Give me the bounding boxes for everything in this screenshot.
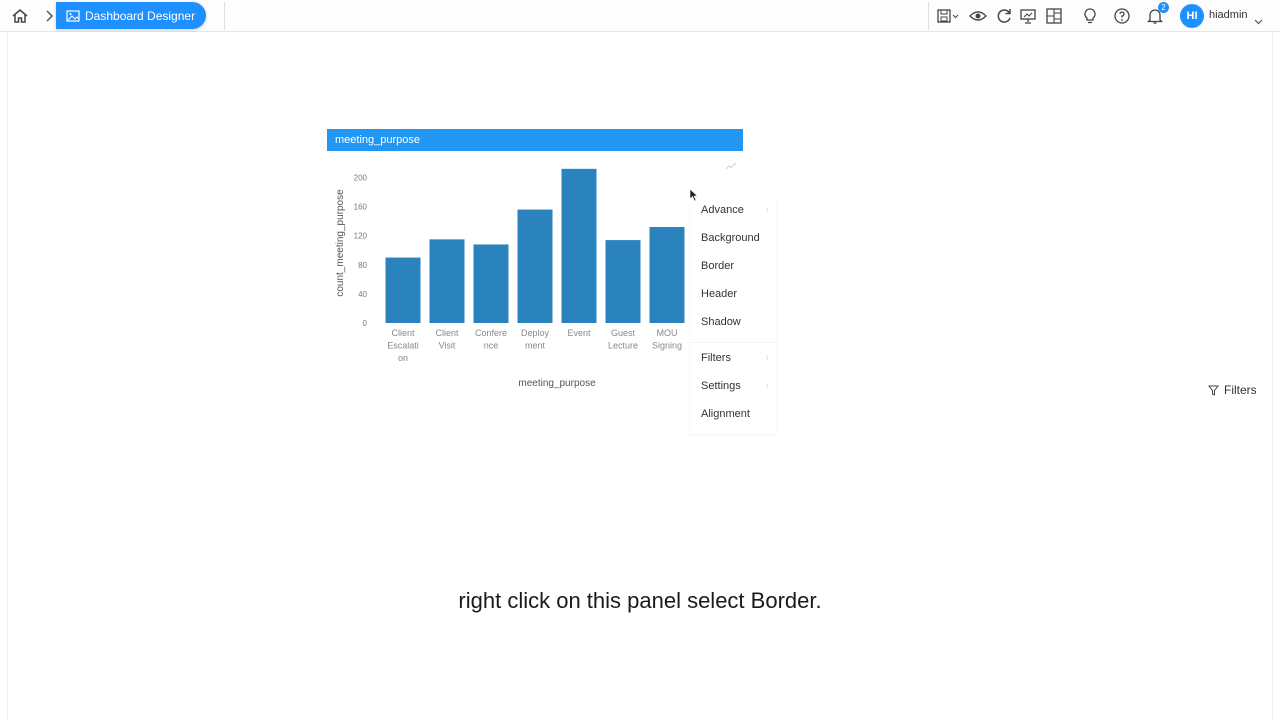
menu-item-label: Settings: [701, 380, 741, 392]
x-axis-title: meeting_purpose: [518, 378, 596, 389]
presentation-icon[interactable]: [1019, 7, 1037, 25]
bar-chart[interactable]: count_meeting_purpose 0 40 80 120 160 200 Clien…: [327, 151, 697, 399]
breadcrumb-label: Dashboard Designer: [85, 8, 196, 23]
canvas-border: [1272, 32, 1273, 720]
eye-icon[interactable]: [969, 7, 987, 25]
canvas-border: [7, 32, 8, 720]
bar[interactable]: [429, 239, 465, 323]
chevron-right-icon: ›: [765, 352, 769, 363]
x-tick-label: Event: [567, 328, 591, 338]
divider: [224, 2, 225, 30]
mouse-cursor-icon: [689, 188, 699, 207]
bar[interactable]: [605, 240, 641, 323]
x-tick-label: Confere: [475, 328, 507, 338]
filters-button[interactable]: Filters: [1196, 379, 1266, 401]
help-icon[interactable]: [1113, 7, 1131, 25]
chevron-right-icon: [43, 8, 57, 24]
bar[interactable]: [385, 257, 421, 323]
menu-item-shadow[interactable]: Shadow: [701, 314, 775, 330]
chevron-down-icon[interactable]: [1254, 12, 1263, 30]
notification-badge: 2: [1158, 2, 1169, 13]
x-tick-label: MOU: [657, 328, 678, 338]
menu-item-label: Filters: [701, 352, 731, 364]
x-tick-label: Guest: [611, 328, 636, 338]
lightbulb-icon[interactable]: [1081, 7, 1099, 25]
layout-icon[interactable]: [1045, 7, 1063, 25]
y-tick-label: 200: [354, 174, 368, 183]
x-tick-label: Deploy: [521, 328, 550, 338]
breadcrumb-dashboard-designer[interactable]: Dashboard Designer: [56, 2, 206, 29]
bar[interactable]: [473, 244, 509, 323]
panel-header[interactable]: meeting_purpose: [327, 129, 743, 151]
menu-item-advance[interactable]: Advance ›: [701, 202, 775, 218]
y-tick-label: 120: [354, 232, 368, 241]
y-tick-label: 0: [363, 319, 368, 328]
top-bar: Dashboard Designer 2 HI hiadmin: [0, 0, 1280, 32]
filters-label: Filters: [1224, 383, 1257, 397]
image-icon: [66, 9, 80, 22]
x-tick-label: on: [398, 353, 408, 363]
x-tick-label: Escalati: [387, 341, 419, 351]
x-tick-label: Client: [435, 328, 459, 338]
save-icon[interactable]: [936, 7, 962, 25]
menu-item-settings[interactable]: Settings ›: [701, 378, 775, 394]
menu-item-label: Alignment: [701, 408, 750, 420]
menu-item-label: Advance: [701, 204, 744, 216]
y-tick-label: 80: [358, 261, 367, 270]
menu-item-label: Border: [701, 260, 735, 272]
bar[interactable]: [649, 227, 685, 323]
tutorial-caption: right click on this panel select Border.: [458, 588, 822, 613]
menu-item-label: Header: [701, 288, 738, 300]
panel-title: meeting_purpose: [335, 134, 421, 146]
divider: [928, 2, 929, 30]
username[interactable]: hiadmin: [1209, 9, 1248, 21]
chevron-right-icon: ›: [765, 204, 769, 215]
menu-item-alignment[interactable]: Alignment: [701, 406, 775, 422]
x-tick-label: Lecture: [608, 341, 638, 351]
bar[interactable]: [561, 168, 597, 323]
home-icon[interactable]: [10, 6, 30, 26]
menu-item-border[interactable]: Border: [701, 258, 775, 274]
y-tick-label: 160: [354, 203, 368, 212]
menu-divider: [690, 342, 776, 343]
filter-icon: [1208, 385, 1219, 396]
menu-item-background[interactable]: Background: [701, 230, 775, 246]
x-tick-label: Client: [391, 328, 415, 338]
context-menu: Advance › Background Border Header Shadow Filt…: [690, 198, 776, 434]
x-tick-label: Visit: [439, 341, 456, 351]
refresh-icon[interactable]: [995, 7, 1013, 25]
x-tick-label: nce: [484, 341, 499, 351]
trend-icon[interactable]: [725, 157, 737, 175]
menu-item-label: Background: [701, 232, 760, 244]
menu-item-header[interactable]: Header: [701, 286, 775, 302]
avatar[interactable]: HI: [1180, 4, 1204, 28]
y-tick-label: 40: [358, 290, 367, 299]
chevron-right-icon: ›: [765, 380, 769, 391]
y-axis-title: count_meeting_purpose: [335, 189, 346, 297]
x-tick-label: Signing: [652, 341, 682, 351]
chart-panel[interactable]: meeting_purpose count_meeting_purpose 0 40…: [327, 129, 743, 399]
x-tick-label: ment: [525, 341, 546, 351]
bar[interactable]: [517, 209, 553, 323]
menu-item-filters[interactable]: Filters ›: [701, 350, 775, 366]
menu-item-label: Shadow: [701, 316, 741, 328]
